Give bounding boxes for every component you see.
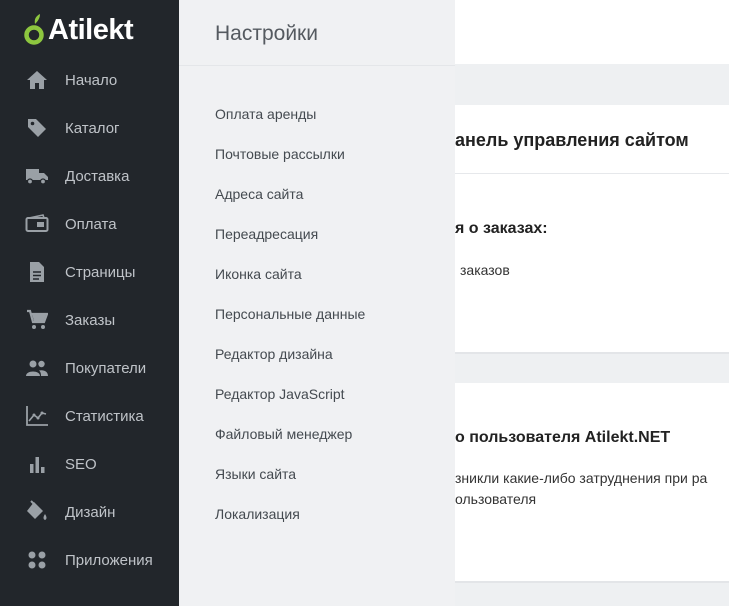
apps-icon (24, 547, 50, 573)
settings-panel: Настройки Оплата аренды Почтовые рассылк… (179, 0, 455, 606)
sidebar-item-label: Статистика (65, 407, 144, 425)
sidebar-item-delivery[interactable]: Доставка (0, 152, 179, 200)
sidebar-item-label: Приложения (65, 551, 153, 569)
cart-icon (24, 307, 50, 333)
sidebar-nav: Начало Каталог Доставка Оплата Страницы (0, 56, 179, 584)
users-icon (24, 355, 50, 381)
settings-item-design-editor[interactable]: Редактор дизайна (179, 334, 455, 374)
settings-item-site-addresses[interactable]: Адреса сайта (179, 174, 455, 214)
sidebar-item-seo[interactable]: SEO (0, 440, 179, 488)
sidebar-item-label: Дизайн (65, 503, 116, 521)
sidebar-item-home[interactable]: Начало (0, 56, 179, 104)
settings-item-mailings[interactable]: Почтовые рассылки (179, 134, 455, 174)
card-title: анель управления сайтом (455, 130, 689, 150)
settings-header: Настройки (179, 0, 455, 66)
tag-icon (24, 115, 50, 141)
sidebar-item-statistics[interactable]: Статистика (0, 392, 179, 440)
wallet-icon (24, 211, 50, 237)
settings-item-personal-data[interactable]: Персональные данные (179, 294, 455, 334)
sidebar-item-design[interactable]: Дизайн (0, 488, 179, 536)
card-subtitle: я о заказах: (455, 220, 548, 237)
settings-item-localization[interactable]: Локализация (179, 494, 455, 534)
sidebar-item-customers[interactable]: Покупатели (0, 344, 179, 392)
settings-title: Настройки (215, 22, 318, 45)
document-icon (24, 259, 50, 285)
sidebar-item-apps[interactable]: Приложения (0, 536, 179, 584)
bar-chart-icon (24, 451, 50, 477)
settings-list: Оплата аренды Почтовые рассылки Адреса с… (179, 66, 455, 534)
sidebar-item-label: Страницы (65, 263, 136, 281)
card-text: ользователя (455, 491, 537, 507)
home-icon (24, 67, 50, 93)
logo-text: Atilekt (48, 13, 134, 46)
settings-item-site-languages[interactable]: Языки сайта (179, 454, 455, 494)
settings-item-javascript-editor[interactable]: Редактор JavaScript (179, 374, 455, 414)
settings-item-site-icon[interactable]: Иконка сайта (179, 254, 455, 294)
card-title: о пользователя Atilekt.NET (455, 429, 671, 446)
settings-item-rent-payment[interactable]: Оплата аренды (179, 94, 455, 134)
sidebar-item-label: Заказы (65, 311, 116, 329)
card-text: зникли какие-либо затруднения при ра (455, 470, 708, 486)
sidebar-item-payment[interactable]: Оплата (0, 200, 179, 248)
sidebar-item-label: Каталог (65, 119, 120, 137)
settings-item-redirects[interactable]: Переадресация (179, 214, 455, 254)
settings-item-file-manager[interactable]: Файловый менеджер (179, 414, 455, 454)
logo[interactable]: Atilekt (24, 12, 134, 48)
sidebar-item-pages[interactable]: Страницы (0, 248, 179, 296)
sidebar-item-label: SEO (65, 455, 97, 473)
paint-bucket-icon (24, 499, 50, 525)
sidebar-item-label: Покупатели (65, 359, 147, 377)
sidebar: Atilekt Начало Каталог Доставка Оплата С… (0, 0, 179, 606)
logo-icon (24, 13, 46, 47)
sidebar-item-label: Начало (65, 71, 118, 89)
card-text: заказов (460, 262, 510, 278)
sidebar-item-label: Оплата (65, 215, 117, 233)
sidebar-item-orders[interactable]: Заказы (0, 296, 179, 344)
sidebar-item-catalog[interactable]: Каталог (0, 104, 179, 152)
chart-line-icon (24, 403, 50, 429)
truck-icon (24, 163, 50, 189)
sidebar-item-label: Доставка (65, 167, 130, 185)
